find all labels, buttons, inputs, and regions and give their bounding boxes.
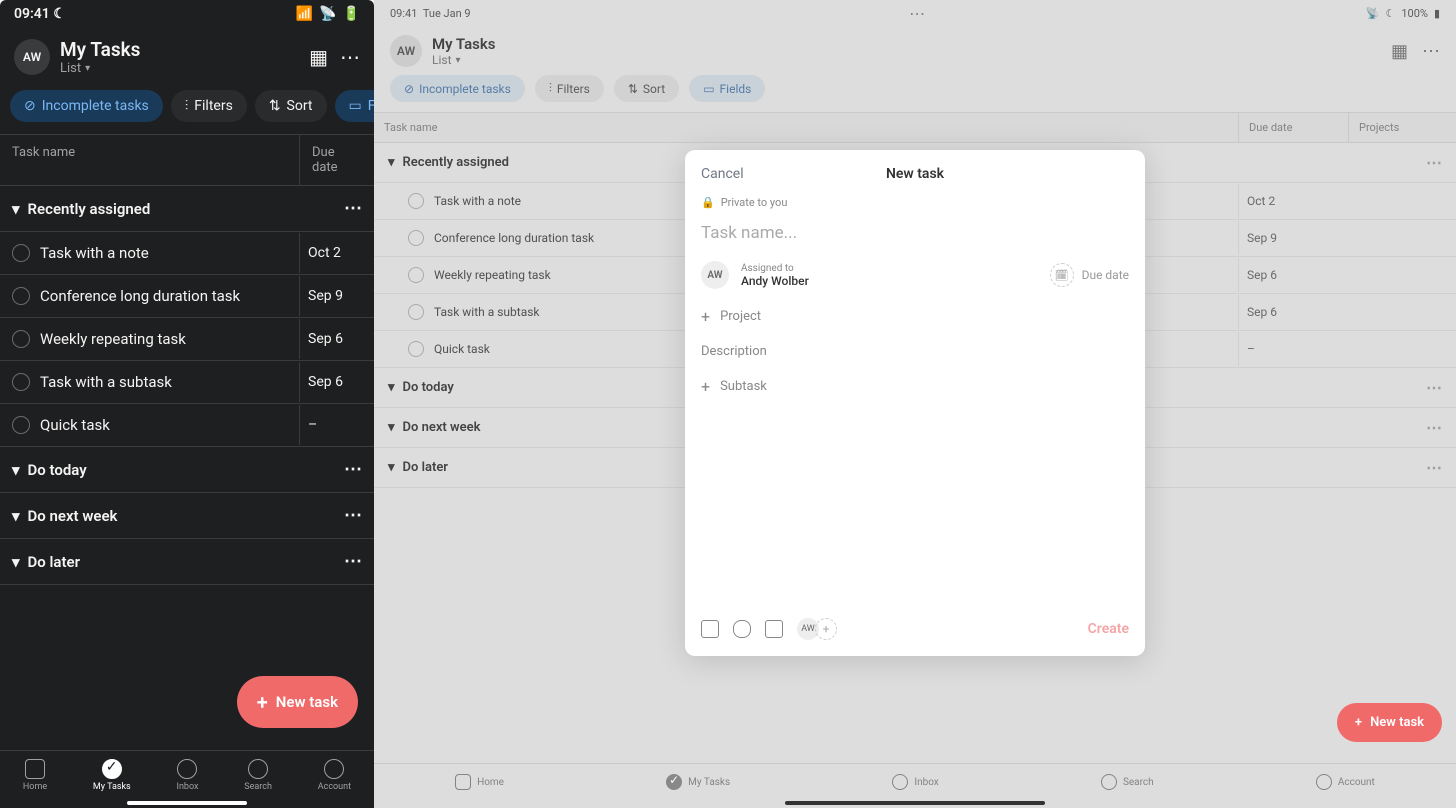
tab-inbox[interactable]: Inbox (177, 759, 199, 792)
tablet-frame: 09:41 Tue Jan 9 ⋯ 📡☾100%▮ AW My Tasks Li… (374, 0, 1456, 808)
status-time: 09:41 ☾ (14, 6, 66, 22)
page-title: My Tasks (60, 38, 140, 61)
tab-account[interactable]: Account (318, 759, 351, 792)
task-row[interactable]: Task with a subtaskSep 6 (0, 361, 374, 404)
check-icon (102, 759, 122, 779)
bell-icon (177, 759, 197, 779)
chevron-down-icon: ▾ (12, 553, 20, 571)
task-row[interactable]: Weekly repeating taskSep 6 (0, 318, 374, 361)
plus-icon: + (257, 690, 268, 714)
calendar-icon: 🗓 (1050, 263, 1074, 287)
add-collaborator-icon[interactable]: + (815, 618, 837, 640)
wifi-icon: 📡 (319, 6, 336, 22)
filter-incomplete[interactable]: ⊘Incomplete tasks (10, 90, 163, 122)
collaborators[interactable]: AW + (797, 618, 837, 640)
chevron-down-icon: ▾ (85, 63, 90, 74)
task-row[interactable]: Task with a noteOct 2 (0, 232, 374, 275)
modal-title: New task (886, 166, 944, 182)
search-icon (248, 759, 268, 779)
phone-frame: 09:41 ☾ 📶 📡 🔋 AW My Tasks List ▾ ▦ ⋯ ⊘In… (0, 0, 374, 808)
chevron-down-icon: ▾ (12, 200, 20, 218)
tab-home[interactable]: Home (23, 759, 47, 792)
plus-icon: + (1355, 715, 1362, 730)
more-icon[interactable]: ⋯ (344, 551, 362, 572)
complete-toggle[interactable] (12, 373, 30, 391)
more-icon[interactable]: ⋯ (344, 198, 362, 219)
battery-icon: 🔋 (343, 6, 360, 22)
cancel-button[interactable]: Cancel (701, 166, 744, 182)
new-task-button[interactable]: +New task (1337, 703, 1442, 742)
tab-bar: Home My Tasks Inbox Search Account (0, 750, 374, 808)
create-button[interactable]: Create (1088, 621, 1129, 637)
more-icon[interactable]: ⋯ (344, 505, 362, 526)
complete-toggle[interactable] (12, 287, 30, 305)
attachment-icon[interactable] (733, 620, 751, 638)
chevron-down-icon: ▾ (12, 461, 20, 479)
user-icon (324, 759, 344, 779)
task-row[interactable]: Conference long duration taskSep 9 (0, 275, 374, 318)
avatar[interactable]: AW (14, 39, 50, 75)
complete-toggle[interactable] (12, 416, 30, 434)
sort-icon: ⇅ (269, 98, 281, 114)
task-date: Oct 2 (299, 233, 374, 273)
assignee-avatar[interactable]: AW (701, 261, 729, 289)
col-task-name: Task name (0, 135, 299, 185)
task-date: Sep 9 (299, 276, 374, 316)
filter-sort[interactable]: ⇅Sort (255, 90, 327, 122)
section-do-next-week[interactable]: ▾Do next week⋯ (0, 493, 374, 539)
assignee-name[interactable]: Andy Wolber (741, 274, 809, 288)
due-date-field[interactable]: 🗓 Due date (1050, 263, 1129, 287)
more-icon[interactable]: ⋯ (344, 459, 362, 480)
task-name-input[interactable]: Task name... (701, 223, 1129, 243)
complete-toggle[interactable] (12, 330, 30, 348)
privacy-indicator: 🔒Private to you (701, 196, 1129, 209)
fields-icon: ▭ (349, 98, 362, 114)
check-icon: ⊘ (24, 98, 36, 114)
view-selector[interactable]: List ▾ (60, 61, 140, 76)
filter-fields[interactable]: ▭Fields (335, 90, 374, 122)
signal-icon: 📶 (296, 6, 313, 22)
status-bar: 09:41 ☾ 📶 📡 🔋 (0, 0, 374, 28)
more-icon[interactable]: ⋯ (340, 45, 360, 69)
grid-icon[interactable]: ▦ (309, 45, 328, 69)
filter-icon: ⫶ (185, 98, 189, 114)
lock-icon: 🔒 (701, 196, 715, 209)
moon-icon: ☾ (53, 6, 66, 22)
task-row[interactable]: Quick task– (0, 404, 374, 447)
col-due-date: Due date (299, 135, 374, 185)
section-do-today[interactable]: ▾Do today⋯ (0, 447, 374, 493)
home-indicator (785, 801, 1045, 805)
project-field[interactable]: +Project (701, 307, 1129, 326)
home-icon (25, 759, 45, 779)
expand-icon[interactable] (765, 620, 783, 638)
tab-search[interactable]: Search (244, 759, 272, 792)
description-field[interactable]: Description (701, 344, 1129, 359)
section-do-later[interactable]: ▾Do later⋯ (0, 539, 374, 585)
filter-filters[interactable]: ⫶Filters (171, 90, 247, 122)
chevron-down-icon: ▾ (12, 507, 20, 525)
section-recently-assigned[interactable]: ▾ Recently assigned ⋯ (0, 186, 374, 232)
home-indicator (127, 801, 247, 805)
plus-icon: + (701, 377, 710, 396)
new-task-modal: Cancel New task 🔒Private to you Task nam… (685, 150, 1145, 656)
plus-icon: + (701, 307, 710, 326)
image-icon[interactable] (701, 620, 719, 638)
tab-my-tasks[interactable]: My Tasks (93, 759, 131, 792)
task-date: Sep 6 (299, 319, 374, 359)
task-date: – (299, 405, 374, 445)
task-date: Sep 6 (299, 362, 374, 402)
complete-toggle[interactable] (12, 244, 30, 262)
assigned-to-label: Assigned to (741, 263, 809, 274)
new-task-button[interactable]: +New task (237, 676, 358, 728)
subtask-field[interactable]: +Subtask (701, 377, 1129, 396)
